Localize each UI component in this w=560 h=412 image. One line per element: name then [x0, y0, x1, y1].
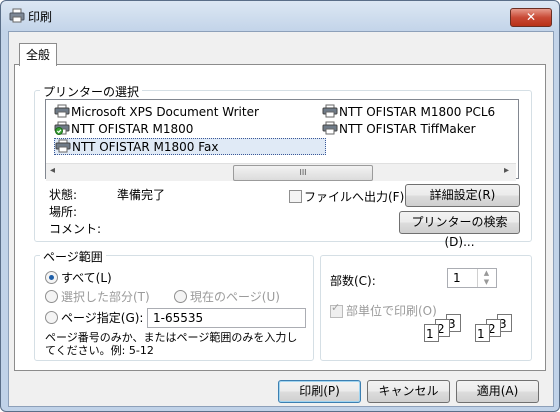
print-to-file-label[interactable]: ファイルへ出力(F)	[304, 188, 404, 205]
status-value: 準備完了	[117, 188, 166, 202]
collate-label[interactable]: 部単位で印刷(O)	[346, 302, 437, 319]
printer-list-scrollbar[interactable]: ◂ III ▸	[46, 163, 516, 181]
printer-item-m1800[interactable]: NTT OFISTAR M1800	[54, 121, 193, 136]
page-range-legend: ページ範囲	[40, 248, 106, 265]
spin-up-icon[interactable]: ▲	[478, 269, 495, 278]
printer-item-fax[interactable]: NTT OFISTAR M1800 Fax	[54, 138, 326, 155]
comment-label: コメント:	[49, 222, 102, 236]
printer-icon	[9, 8, 25, 23]
apply-button[interactable]: 適用(A)	[456, 380, 539, 403]
printer-item-xps[interactable]: Microsoft XPS Document Writer	[54, 104, 259, 119]
tab-general[interactable]: 全般	[19, 43, 57, 66]
collate-check-icon: ✓	[331, 301, 341, 314]
copies-spinner[interactable]: ▲ ▼	[477, 269, 495, 287]
copies-label: 部数(C):	[330, 274, 376, 288]
printer-icon	[54, 104, 70, 118]
printer-icon	[322, 121, 338, 135]
printer-list[interactable]: Microsoft XPS Document Writer NTT OFISTA…	[45, 99, 519, 181]
range-selection-label[interactable]: 選択した部分(T)	[61, 288, 150, 305]
printer-select-legend: プリンターの選択	[40, 83, 143, 100]
close-button[interactable]: ✕	[510, 8, 552, 27]
scroll-right-arrow-icon[interactable]: ▸	[504, 165, 509, 176]
range-all-label[interactable]: すべて(L)	[61, 269, 112, 286]
scroll-left-arrow-icon[interactable]: ◂	[50, 165, 55, 176]
printer-item-label: Microsoft XPS Document Writer	[71, 105, 259, 119]
range-pages-radio[interactable]	[45, 311, 58, 324]
details-button[interactable]: 詳細設定(R)	[405, 184, 520, 207]
printer-item-label: NTT OFISTAR M1800	[71, 122, 194, 136]
collate-page: 1	[424, 324, 439, 342]
printer-item-tiffmaker[interactable]: NTT OFISTAR TiffMaker	[322, 121, 476, 136]
print-to-file-checkbox[interactable]	[289, 190, 302, 203]
printer-item-pcl6[interactable]: NTT OFISTAR M1800 PCL6	[322, 104, 495, 119]
fax-icon	[55, 139, 71, 153]
status-label: 状態:	[49, 188, 78, 202]
pages-input[interactable]: 1-65535	[147, 308, 306, 328]
printer-item-label: NTT OFISTAR TiffMaker	[339, 122, 476, 136]
find-printer-button[interactable]: プリンターの検索(D)...	[399, 211, 520, 249]
collate-page: 1	[475, 324, 490, 342]
range-selection-radio[interactable]	[45, 290, 58, 303]
range-pages-label[interactable]: ページ指定(G):	[61, 309, 143, 326]
printer-item-label: NTT OFISTAR M1800 Fax	[72, 140, 219, 154]
print-button[interactable]: 印刷(P)	[278, 380, 361, 403]
printer-icon	[322, 104, 338, 118]
default-printer-icon	[54, 121, 70, 135]
page-range-hint-line2: てください。例: 5-12	[45, 344, 154, 357]
range-current-page-radio[interactable]	[174, 290, 187, 303]
range-current-page-label[interactable]: 現在のページ(U)	[190, 288, 280, 305]
window-title: 印刷	[28, 10, 53, 24]
range-all-radio[interactable]	[45, 271, 58, 284]
location-label: 場所:	[49, 205, 78, 219]
scrollbar-thumb[interactable]: III	[233, 165, 373, 181]
spin-down-icon[interactable]: ▼	[478, 278, 495, 287]
cancel-button[interactable]: キャンセル	[367, 380, 450, 403]
printer-item-label: NTT OFISTAR M1800 PCL6	[339, 105, 496, 119]
title-bar: 印刷 ✕	[1, 1, 559, 31]
